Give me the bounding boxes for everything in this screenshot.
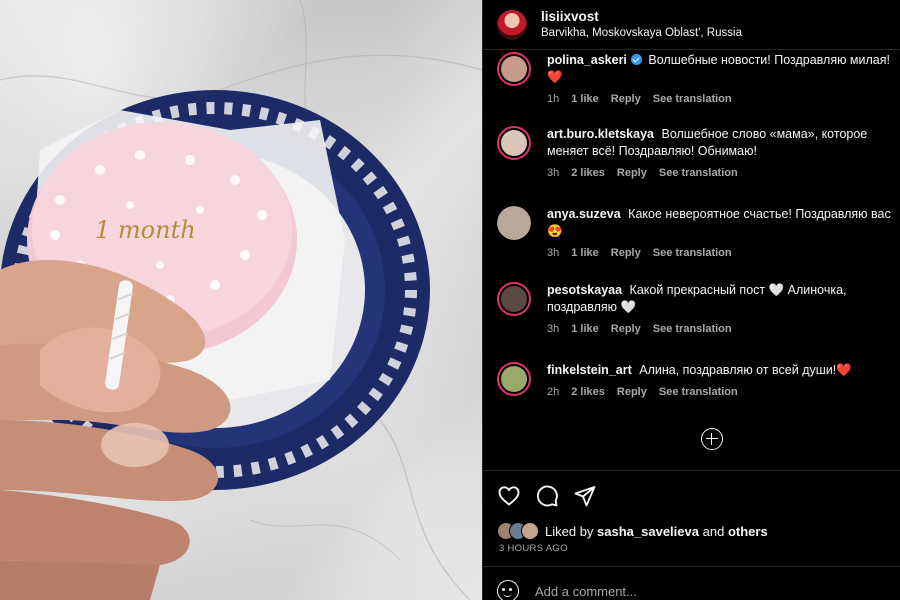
likes-summary: Liked by sasha_savelieva and others xyxy=(497,522,768,540)
post-side-panel: lisiixvost Barvikha, Moskovskaya Oblast'… xyxy=(482,0,900,600)
comment-likes[interactable]: 2 likes xyxy=(571,167,605,179)
comment-meta: 3h 2 likes Reply See translation xyxy=(547,167,892,179)
liked-by-and: and xyxy=(702,523,725,539)
commenter-avatar[interactable] xyxy=(497,52,531,86)
commenter-avatar[interactable] xyxy=(497,362,531,396)
reply-button[interactable]: Reply xyxy=(617,167,647,179)
reply-button[interactable]: Reply xyxy=(617,386,647,398)
comment-composer xyxy=(497,580,865,600)
comment-time: 1h xyxy=(547,93,560,105)
reply-button[interactable]: Reply xyxy=(611,93,641,105)
comment-time: 2h xyxy=(547,386,560,398)
post-photo-illustration: 1 month xyxy=(0,0,482,600)
heart-icon[interactable] xyxy=(497,484,521,508)
post-timestamp[interactable]: 3 HOURS AGO xyxy=(499,543,568,554)
comment-time: 3h xyxy=(547,323,560,335)
comment-item: finkelstein_art Алина, поздравляю от все… xyxy=(497,362,892,398)
commenter-username[interactable]: anya.suzeva xyxy=(547,207,621,221)
cake-inscription: 1 month xyxy=(95,216,196,244)
comment-meta: 3h 1 like Reply See translation xyxy=(547,323,892,335)
author-info: lisiixvost Barvikha, Moskovskaya Oblast'… xyxy=(541,9,742,41)
liked-by-prefix: Liked by xyxy=(545,523,594,539)
comments-list[interactable]: polina_askeri Волшебные новости! Поздрав… xyxy=(483,52,900,470)
comment-item: anya.suzeva Какое невероятное счастье! П… xyxy=(497,206,892,259)
post-actions xyxy=(497,484,597,508)
see-translation-button[interactable]: See translation xyxy=(653,247,732,259)
comment-time: 3h xyxy=(547,247,560,259)
comment-item: polina_askeri Волшебные новости! Поздрав… xyxy=(497,52,892,105)
reply-button[interactable]: Reply xyxy=(611,247,641,259)
comment-input[interactable] xyxy=(535,581,865,600)
see-translation-button[interactable]: See translation xyxy=(653,93,732,105)
comment-likes[interactable]: 2 likes xyxy=(571,386,605,398)
comment-time: 3h xyxy=(547,167,560,179)
commenter-avatar[interactable] xyxy=(497,206,531,240)
comment-icon[interactable] xyxy=(535,484,559,508)
comment-text: Алина, поздравляю от всей души!❤️ xyxy=(639,363,852,377)
section-divider xyxy=(483,470,900,471)
liked-by-user[interactable]: sasha_savelieva xyxy=(597,524,699,539)
comment-meta: 2h 2 likes Reply See translation xyxy=(547,386,892,398)
commenter-avatar[interactable] xyxy=(497,282,531,316)
post-photo: 1 month xyxy=(0,0,482,600)
comment-item: pesotskayaa Какой прекрасный пост 🤍 Алин… xyxy=(497,282,892,335)
comment-likes[interactable]: 1 like xyxy=(571,247,599,259)
section-divider xyxy=(483,566,900,567)
verified-badge-icon xyxy=(630,54,642,65)
commenter-username[interactable]: art.buro.kletskaya xyxy=(547,127,654,141)
comment-meta: 1h 1 like Reply See translation xyxy=(547,93,892,105)
share-icon[interactable] xyxy=(573,484,597,508)
see-translation-button[interactable]: See translation xyxy=(659,167,738,179)
see-translation-button[interactable]: See translation xyxy=(659,386,738,398)
liked-by-others[interactable]: others xyxy=(728,524,768,539)
commenter-username[interactable]: finkelstein_art xyxy=(547,363,632,377)
comment-meta: 3h 1 like Reply See translation xyxy=(547,247,892,259)
see-translation-button[interactable]: See translation xyxy=(653,323,732,335)
plus-circle-icon[interactable] xyxy=(701,428,723,450)
comment-likes[interactable]: 1 like xyxy=(571,93,599,105)
author-username[interactable]: lisiixvost xyxy=(541,9,742,25)
comment-item: art.buro.kletskaya Волшебное слово «мама… xyxy=(497,126,892,179)
commenter-username[interactable]: pesotskayaa xyxy=(547,283,622,297)
emoji-icon[interactable] xyxy=(497,580,519,600)
author-avatar[interactable] xyxy=(497,9,527,40)
comment-likes[interactable]: 1 like xyxy=(571,323,599,335)
post-header: lisiixvost Barvikha, Moskovskaya Oblast'… xyxy=(483,0,900,50)
commenter-avatar[interactable] xyxy=(497,126,531,160)
post-location[interactable]: Barvikha, Moskovskaya Oblast', Russia xyxy=(541,25,742,41)
reply-button[interactable]: Reply xyxy=(611,323,641,335)
liker-avatar[interactable] xyxy=(521,522,539,540)
commenter-username[interactable]: polina_askeri xyxy=(547,53,627,67)
